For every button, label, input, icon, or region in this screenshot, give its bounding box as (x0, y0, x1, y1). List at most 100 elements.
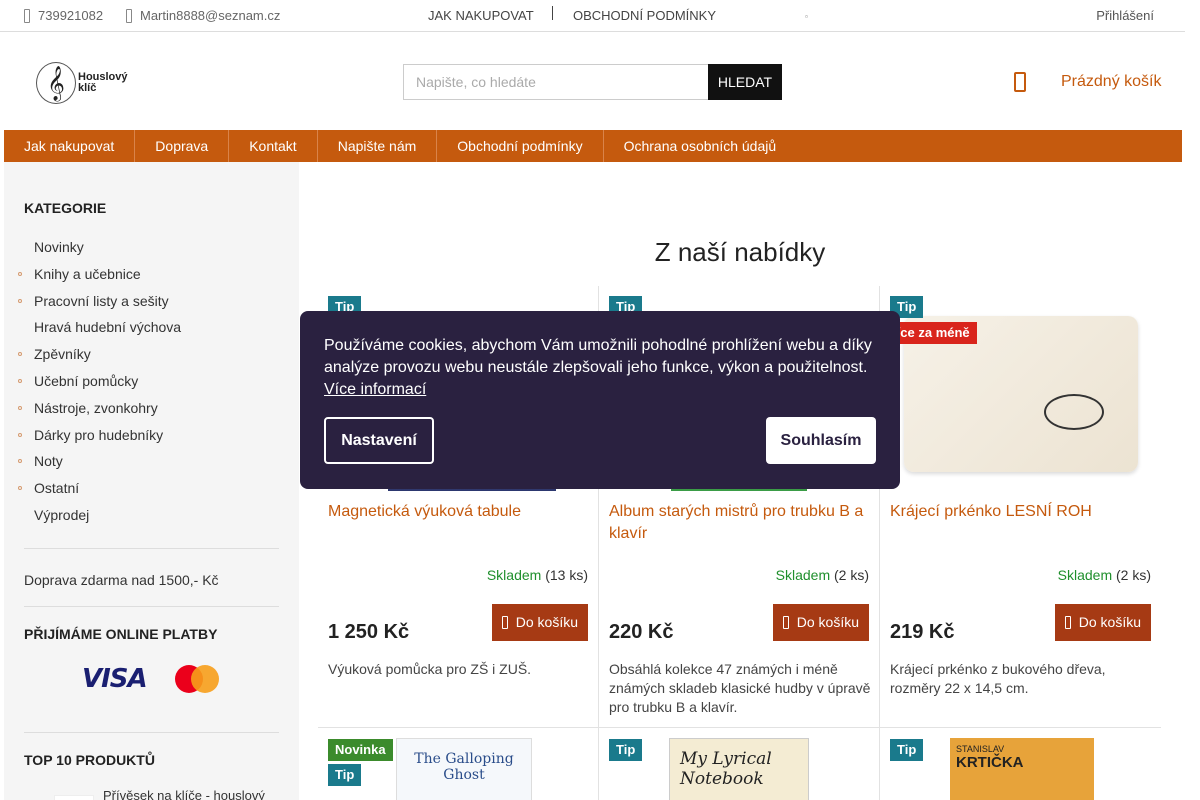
product-image[interactable]: STANISLAV KRTIČKA (950, 738, 1094, 800)
main-nav: Jak nakupovat Doprava Kontakt Napište ná… (4, 130, 1182, 162)
product-card: STANISLAV KRTIČKA Tip (880, 728, 1161, 800)
top-link-howto[interactable]: JAK NAKUPOVAT (428, 8, 534, 23)
category-label: Nástroje, zvonkohry (34, 399, 158, 416)
add-to-cart-button[interactable]: Do košíku (772, 604, 869, 641)
category-item[interactable]: Učební pomůcky (18, 373, 181, 400)
category-label: Novinky (34, 239, 84, 255)
bullet-icon (18, 352, 22, 357)
category-item[interactable]: Pracovní listy a sešity (18, 293, 181, 320)
category-item[interactable]: Noty (18, 453, 181, 480)
search-input[interactable] (403, 64, 708, 100)
stock-status: Skladem (13 ks) (486, 567, 588, 583)
cookie-more-info-link[interactable]: Více informací (324, 379, 426, 401)
cookie-accept-button[interactable]: Souhlasím (766, 417, 876, 464)
divider (24, 548, 279, 549)
payment-cards: VISA (82, 664, 219, 694)
stock-status: Skladem (2 ks) (775, 567, 869, 583)
product-price: 219 Kč (890, 621, 955, 643)
bag-icon (1064, 616, 1071, 629)
category-item[interactable]: Ostatní (18, 480, 181, 507)
logo-text: Houslový klíč (78, 71, 128, 94)
new-badge: Novinka (328, 739, 393, 761)
cover-title: The Galloping Ghost (414, 751, 514, 783)
cover-author: STANISLAV (956, 744, 1005, 754)
email-address: Martin8888@seznam.cz (140, 8, 281, 23)
product-card: My Lyrical Notebook Tip (599, 728, 880, 800)
product-description: Výuková pomůcka pro ZŠ i ZUŠ. (328, 661, 532, 677)
mail-icon (126, 8, 132, 23)
top-link-terms[interactable]: OBCHODNÍ PODMÍNKY (573, 8, 716, 23)
product-description: Krájecí prkénko z bukového dřeva, rozměr… (890, 661, 1106, 696)
nav-write-us[interactable]: Napište nám (318, 130, 438, 162)
category-label: Zpěvníky (34, 346, 91, 363)
bullet-icon (18, 459, 22, 464)
phone-icon (24, 8, 30, 23)
phone-contact[interactable]: 739921082 (24, 8, 103, 23)
category-item[interactable]: Nástroje, zvonkohry (18, 400, 181, 427)
category-label: Noty (34, 453, 63, 470)
cookie-settings-button[interactable]: Nastavení (324, 417, 434, 464)
payments-title: PŘIJÍMÁME ONLINE PLATBY (24, 626, 218, 642)
nav-terms[interactable]: Obchodní podmínky (437, 130, 604, 162)
product-description: Obsáhlá kolekce 47 známých i méně známýc… (609, 661, 871, 715)
nav-contact[interactable]: Kontakt (229, 130, 318, 162)
bullet-icon (18, 405, 22, 410)
product-card: Tip Více za méně Krájecí prkénko LESNÍ R… (880, 286, 1161, 728)
product-name[interactable]: Album starých mistrů pro trubku B a klav… (609, 501, 871, 545)
nav-privacy[interactable]: Ochrana osobních údajů (604, 130, 797, 162)
category-label: Ostatní (34, 480, 80, 497)
stock-status: Skladem (2 ks) (1057, 567, 1151, 583)
top-product-link[interactable]: Přívěsek na klíče - houslový (103, 788, 265, 800)
category-list: Novinky Knihy a učebnice Pracovní listy a … (18, 239, 181, 534)
cookie-banner: Používáme cookies, abychom Vám umožnili … (300, 311, 900, 489)
divider (24, 732, 279, 733)
product-card: The Galloping Ghost Novinka Tip (318, 728, 599, 800)
category-item[interactable]: Výprodej (18, 507, 181, 534)
category-item[interactable]: Zpěvníky (18, 346, 181, 373)
cover-title: My Lyrical Notebook (680, 749, 772, 789)
bullet-icon (18, 271, 22, 276)
cart-link[interactable]: Prázdný košík (1061, 73, 1161, 91)
chevron-down-icon[interactable]: ▫ (805, 12, 808, 21)
category-label: Pracovní listy a sešity (34, 292, 169, 309)
category-item[interactable]: Dárky pro hudebníky (18, 427, 181, 454)
nav-howto[interactable]: Jak nakupovat (4, 130, 136, 162)
add-to-cart-button[interactable]: Do košíku (491, 604, 588, 641)
logo[interactable]: 𝄞 Houslový klíč (36, 62, 128, 104)
categories-title: KATEGORIE (24, 200, 107, 216)
category-label: Učební pomůcky (34, 372, 139, 389)
bag-icon (782, 616, 789, 629)
bullet-icon (18, 298, 22, 303)
category-item[interactable]: Novinky (18, 239, 181, 266)
topbar: 739921082 Martin8888@seznam.cz JAK NAKUP… (0, 0, 1185, 32)
category-label: Výprodej (34, 506, 90, 523)
bullet-icon (18, 378, 22, 383)
category-label: Dárky pro hudebníky (34, 426, 164, 443)
product-image[interactable]: The Galloping Ghost (396, 738, 532, 800)
email-contact[interactable]: Martin8888@seznam.cz (126, 8, 280, 23)
category-item[interactable]: Hravá hudební výchova (18, 319, 181, 346)
search-form: HLEDAT (403, 64, 782, 100)
product-name[interactable]: Krájecí prkénko LESNÍ ROH (890, 501, 1152, 523)
top-products-title: TOP 10 PRODUKTŮ (24, 752, 155, 768)
product-image[interactable]: My Lyrical Notebook (669, 738, 809, 800)
sidebar: KATEGORIE Novinky Knihy a učebnice Pracovn… (4, 162, 299, 800)
divider (24, 606, 279, 607)
top-product-thumbnail[interactable] (54, 795, 94, 800)
add-to-cart-button[interactable]: Do košíku (1054, 604, 1151, 641)
cart-icon[interactable] (1014, 72, 1026, 92)
page-title: Z naší nabídky (654, 237, 826, 267)
tip-badge: Tip (890, 739, 924, 761)
category-item[interactable]: Knihy a učebnice (18, 266, 181, 293)
tip-badge: Tip (609, 739, 643, 761)
nav-shipping[interactable]: Doprava (135, 130, 230, 162)
tip-badge: Tip (328, 764, 362, 786)
product-price: 220 Kč (609, 621, 674, 643)
cover-title: KRTIČKA (956, 754, 1024, 771)
bullet-icon (18, 486, 22, 491)
search-button[interactable]: HLEDAT (708, 64, 782, 100)
product-name[interactable]: Magnetická výuková tabule (328, 501, 590, 523)
category-label: Hravá hudební výchova (34, 319, 182, 336)
phone-number: 739921082 (38, 8, 104, 23)
login-link[interactable]: Přihlášení (1096, 8, 1154, 23)
